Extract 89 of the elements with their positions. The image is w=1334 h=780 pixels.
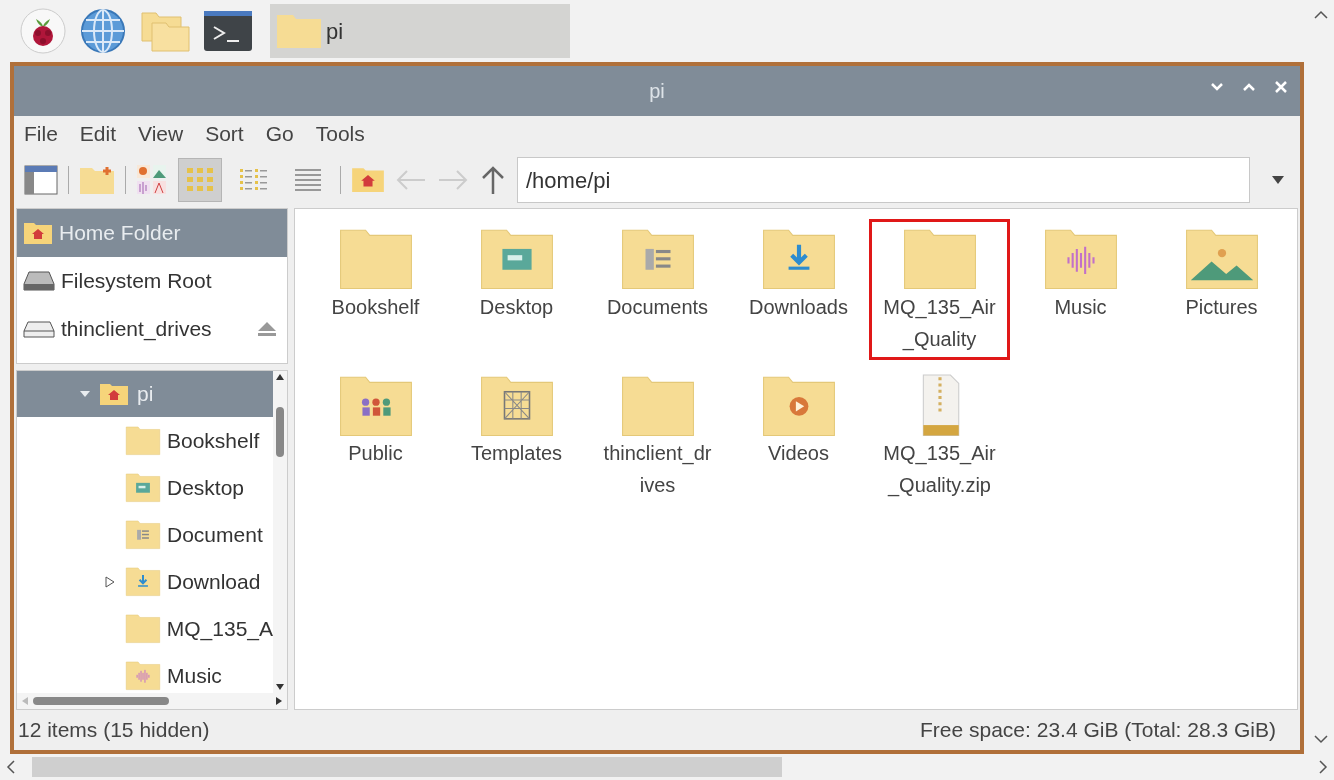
scroll-down-icon[interactable] — [275, 683, 285, 691]
scroll-up-icon[interactable] — [1314, 10, 1328, 20]
dropdown-caret-icon[interactable] — [1271, 175, 1285, 185]
raspberry-menu-icon[interactable] — [20, 8, 66, 54]
file-label: Templates — [469, 441, 564, 467]
tree-label: Desktop — [167, 474, 245, 501]
taskbar-window-button[interactable]: pi — [270, 4, 570, 58]
folder-tile[interactable]: Bookshelf — [305, 219, 446, 360]
file-label: Bookshelf — [330, 294, 421, 320]
menu-item[interactable]: Edit — [79, 118, 117, 150]
place-label: Home Folder — [59, 220, 182, 247]
window-title: pi — [649, 79, 665, 104]
scroll-up-icon[interactable] — [275, 373, 285, 381]
scroll-right-icon[interactable] — [1318, 760, 1328, 774]
free-space-text: Free space: 23.4 GiB (Total: 28.3 GiB) — [920, 717, 1277, 744]
tree-item[interactable]: MQ_135_A — [17, 605, 273, 652]
tree-label: pi — [137, 381, 154, 408]
tree-item[interactable]: Download — [17, 558, 273, 605]
file-label: Documents — [605, 294, 710, 320]
place-label: thinclient_drives — [61, 316, 213, 343]
status-text: 12 items (15 hidden) — [18, 717, 210, 744]
place-item[interactable]: thinclient_drives — [17, 305, 287, 353]
menu-item[interactable]: View — [138, 118, 184, 150]
file-label: Videos — [767, 441, 830, 467]
vertical-scrollbar[interactable] — [273, 371, 287, 693]
file-label: Desktop — [478, 294, 555, 320]
scroll-right-icon[interactable] — [275, 696, 283, 706]
home-folder-icon — [351, 166, 385, 194]
thumbnails-icon[interactable] — [136, 164, 168, 196]
folder-tile[interactable]: Music — [1010, 219, 1151, 360]
folder-icon — [125, 519, 161, 550]
folder-tile[interactable]: Videos — [728, 365, 869, 507]
folder-icon — [124, 613, 161, 644]
tree-label: MQ_135_A — [166, 615, 273, 643]
tree-label: Bookshelf — [167, 427, 260, 454]
tree-label: Download — [167, 568, 261, 595]
expander-icon[interactable] — [79, 389, 91, 399]
folder-icon — [276, 13, 322, 49]
close-icon[interactable] — [1274, 80, 1288, 94]
tree-label: Document — [167, 521, 263, 548]
tree-item[interactable]: Bookshelf — [17, 417, 273, 464]
menu-item[interactable]: Tools — [315, 118, 365, 150]
folder-icon — [125, 425, 161, 456]
grid-view-icon — [185, 166, 215, 194]
folder-icon — [125, 566, 161, 597]
new-folder-icon[interactable] — [79, 165, 115, 195]
horizontal-scrollbar[interactable] — [17, 693, 287, 709]
folder-icon — [125, 472, 161, 503]
file-label: Downloads — [748, 294, 849, 320]
home-folder-icon — [99, 382, 129, 406]
folder-tile[interactable]: Downloads — [728, 219, 869, 360]
detailed-list-icon — [293, 166, 323, 194]
folder-tile[interactable]: Documents — [587, 219, 728, 360]
menu-item[interactable]: File — [24, 118, 58, 150]
folder-tile[interactable]: Templates — [446, 365, 587, 507]
terminal-icon[interactable] — [204, 11, 252, 51]
home-folder-icon — [23, 221, 53, 245]
tree-item[interactable]: Desktop — [17, 464, 273, 511]
folder-icon — [125, 660, 161, 691]
scrollbar-thumb[interactable] — [32, 757, 782, 777]
file-label: MQ_135_Air _Quality — [882, 294, 997, 353]
scrollbar-thumb[interactable] — [276, 407, 284, 457]
path-input[interactable]: /home/pi — [526, 163, 1249, 197]
folder-tile[interactable]: MQ_135_Air _Quality — [869, 219, 1010, 360]
scroll-down-icon[interactable] — [1314, 734, 1328, 744]
file-label: MQ_135_Air _Quality.zip — [882, 441, 997, 499]
folder-tile[interactable]: MQ_135_Air _Quality.zip — [869, 365, 1010, 507]
file-label: Pictures — [1184, 294, 1259, 320]
tree-item[interactable]: Music — [17, 652, 273, 693]
scrollbar-thumb[interactable] — [33, 697, 169, 705]
tree-item[interactable]: Document — [17, 511, 273, 558]
menu-item[interactable]: Sort — [205, 118, 244, 150]
file-label: Public — [347, 441, 404, 467]
folder-tile[interactable]: Pictures — [1151, 219, 1292, 360]
folder-tile[interactable]: Public — [305, 365, 446, 507]
place-item[interactable]: Filesystem Root — [17, 257, 287, 305]
eject-icon[interactable] — [257, 321, 277, 337]
folder-tile[interactable]: Desktop — [446, 219, 587, 360]
drive-icon — [23, 319, 55, 339]
file-label: thinclient_dr ives — [602, 441, 713, 499]
tree-label: Music — [167, 662, 222, 689]
scroll-left-icon[interactable] — [6, 760, 16, 774]
file-label: Music — [1053, 294, 1108, 320]
place-label: Filesystem Root — [61, 268, 213, 295]
globe-icon[interactable] — [80, 8, 126, 54]
menu-item[interactable]: Go — [265, 118, 294, 150]
expander-icon[interactable] — [105, 575, 115, 588]
folder-tile[interactable]: thinclient_dr ives — [587, 365, 728, 507]
sidebar-toggle-icon[interactable] — [24, 165, 58, 195]
